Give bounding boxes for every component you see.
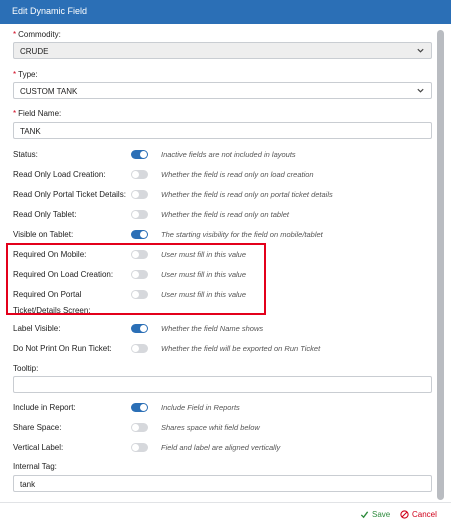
row-label: Include in Report:: [13, 403, 76, 412]
vertical-label-toggle[interactable]: [131, 443, 148, 452]
internal-tag-value: tank: [20, 480, 36, 489]
field-name-value: TANK: [20, 127, 41, 136]
label-visible-toggle[interactable]: [131, 324, 148, 333]
internal-tag-input[interactable]: tank: [13, 475, 432, 492]
chevron-down-icon: [417, 88, 424, 93]
row-label: Share Space:: [13, 423, 62, 432]
include-in-report-row: Include in Report: Include Field in Repo…: [13, 400, 433, 414]
status-row: Status: Inactive fields are not included…: [13, 147, 433, 161]
highlight-box: [6, 243, 266, 315]
read-only-portal-ticket-toggle[interactable]: [131, 190, 148, 199]
tooltip-input[interactable]: [13, 376, 432, 393]
row-label: Vertical Label:: [13, 443, 64, 452]
type-value: CUSTOM TANK: [20, 87, 78, 96]
field-name-input[interactable]: TANK: [13, 122, 432, 139]
row-description: Include Field in Reports: [161, 403, 240, 412]
row-label: Read Only Load Creation:: [13, 170, 106, 179]
row-description: Whether the field will be exported on Ru…: [161, 344, 321, 353]
row-description: Whether the field is read only on portal…: [161, 190, 333, 199]
read-only-portal-ticket-row: Read Only Portal Ticket Details: Whether…: [13, 187, 433, 201]
internal-tag-label: Internal Tag:: [13, 462, 57, 471]
type-label: * Type:: [13, 70, 38, 79]
include-in-report-toggle[interactable]: [131, 403, 148, 412]
cancel-label: Cancel: [412, 510, 437, 519]
visible-on-tablet-row: Visible on Tablet: The starting visibili…: [13, 227, 433, 241]
row-label: Read Only Tablet:: [13, 210, 77, 219]
save-label: Save: [372, 510, 391, 519]
vertical-scrollbar[interactable]: [437, 30, 444, 500]
row-description: Field and label are aligned vertically: [161, 443, 281, 452]
tooltip-label: Tooltip:: [13, 364, 39, 373]
status-toggle[interactable]: [131, 150, 148, 159]
cancel-button[interactable]: Cancel: [400, 510, 437, 520]
row-label: Visible on Tablet:: [13, 230, 74, 239]
row-description: Whether the field is read only on tablet: [161, 210, 289, 219]
row-description: Whether the field is read only on load c…: [161, 170, 314, 179]
do-not-print-row: Do Not Print On Run Ticket: Whether the …: [13, 341, 433, 355]
cancel-icon: [400, 510, 409, 520]
checkmark-icon: [360, 511, 369, 519]
dialog-title-bar: Edit Dynamic Field: [0, 0, 451, 24]
row-description: The starting visibility for the field on…: [161, 230, 323, 239]
commodity-select[interactable]: CRUDE: [13, 42, 432, 59]
row-label: Status:: [13, 150, 38, 159]
read-only-tablet-row: Read Only Tablet: Whether the field is r…: [13, 207, 433, 221]
visible-on-tablet-toggle[interactable]: [131, 230, 148, 239]
row-label: Read Only Portal Ticket Details:: [13, 190, 126, 199]
do-not-print-toggle[interactable]: [131, 344, 148, 353]
row-description: Whether the field Name shows: [161, 324, 264, 333]
row-label: Label Visible:: [13, 324, 61, 333]
row-description: Shares space whit field below: [161, 423, 260, 432]
dialog-title: Edit Dynamic Field: [12, 6, 88, 16]
read-only-load-creation-row: Read Only Load Creation: Whether the fie…: [13, 167, 433, 181]
save-button[interactable]: Save: [360, 510, 390, 519]
row-description: Inactive fields are not included in layo…: [161, 150, 296, 159]
read-only-load-creation-toggle[interactable]: [131, 170, 148, 179]
row-label: Do Not Print On Run Ticket:: [13, 344, 112, 353]
type-select[interactable]: CUSTOM TANK: [13, 82, 432, 99]
commodity-value: CRUDE: [20, 47, 49, 56]
vertical-label-row: Vertical Label: Field and label are alig…: [13, 440, 433, 454]
label-visible-row: Label Visible: Whether the field Name sh…: [13, 321, 433, 335]
field-name-label: * Field Name:: [13, 109, 62, 118]
share-space-toggle[interactable]: [131, 423, 148, 432]
chevron-down-icon: [417, 48, 424, 53]
dialog-footer: Save Cancel: [0, 502, 451, 527]
commodity-label: * Commodity:: [13, 30, 61, 39]
read-only-tablet-toggle[interactable]: [131, 210, 148, 219]
share-space-row: Share Space: Shares space whit field bel…: [13, 420, 433, 434]
